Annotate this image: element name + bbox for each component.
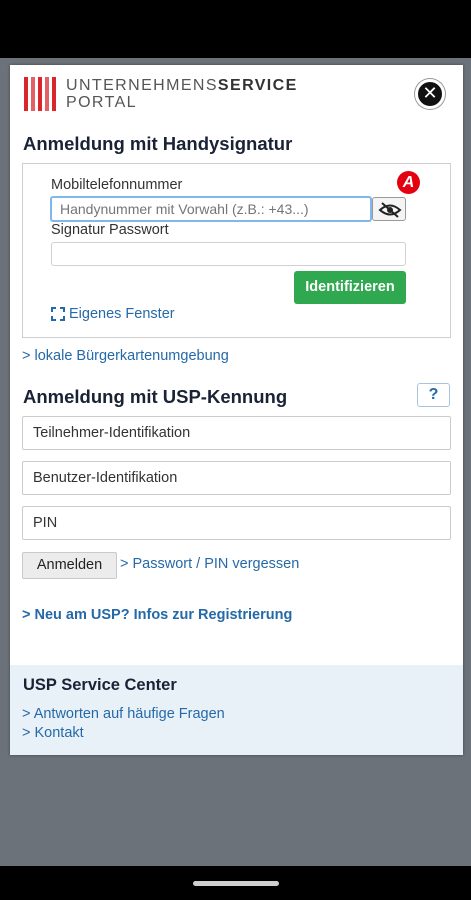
usp-logo-text: UNTERNEHMENSSERVICE PORTAL xyxy=(66,77,298,111)
participant-id-input[interactable]: Teilnehmer-Identifikation xyxy=(22,416,451,450)
forgot-password-link[interactable]: > Passwort / PIN vergessen xyxy=(120,556,299,572)
expand-icon xyxy=(51,307,65,321)
faq-link[interactable]: > Antworten auf häufige Fragen xyxy=(22,706,225,722)
handysignatur-heading: Anmeldung mit Handysignatur xyxy=(23,133,293,154)
eye-slash-icon xyxy=(378,202,402,218)
usp-logo: UNTERNEHMENSSERVICE PORTAL xyxy=(24,77,298,113)
identify-button[interactable]: Identifizieren xyxy=(294,271,406,304)
logo-line2: PORTAL xyxy=(66,94,137,111)
service-center-heading: USP Service Center xyxy=(23,676,177,694)
contact-link[interactable]: > Kontakt xyxy=(22,725,84,741)
help-button[interactable]: ? xyxy=(417,383,450,407)
local-citizen-card-link[interactable]: > lokale Bürgerkartenumgebung xyxy=(22,348,229,364)
handysignatur-panel: A Mobiltelefonnummer Signatur Passwort I… xyxy=(22,163,451,338)
logo-line1-light: UNTERNEHMENS xyxy=(66,77,218,94)
status-bar xyxy=(0,0,471,58)
signature-password-label: Signatur Passwort xyxy=(51,222,169,238)
close-icon: ✕ xyxy=(422,83,438,103)
pin-input[interactable]: PIN xyxy=(22,506,451,540)
usp-login-heading: Anmeldung mit USP-Kennung xyxy=(23,386,288,407)
user-id-input[interactable]: Benutzer-Identifikation xyxy=(22,461,451,495)
logo-line1-bold: SERVICE xyxy=(217,77,298,94)
usp-logo-bars xyxy=(24,77,56,111)
mobile-number-input[interactable] xyxy=(50,196,372,222)
home-gesture-handle[interactable] xyxy=(193,881,279,886)
navigation-bar xyxy=(0,866,471,900)
toggle-visibility-button[interactable] xyxy=(372,197,406,221)
login-button[interactable]: Anmelden xyxy=(22,552,117,579)
close-button[interactable]: ✕ xyxy=(415,79,445,109)
signature-password-input[interactable] xyxy=(51,242,406,266)
mobile-number-label: Mobiltelefonnummer xyxy=(51,177,183,193)
service-center-section: USP Service Center > Antworten auf häufi… xyxy=(10,665,463,755)
login-dialog: UNTERNEHMENSSERVICE PORTAL ✕ Anmeldung m… xyxy=(10,65,463,755)
registration-info-link[interactable]: > Neu am USP? Infos zur Registrierung xyxy=(22,607,292,623)
own-window-link[interactable]: Eigenes Fenster xyxy=(51,306,175,322)
a-trust-logo-icon: A xyxy=(397,171,420,194)
own-window-label: Eigenes Fenster xyxy=(69,306,175,322)
